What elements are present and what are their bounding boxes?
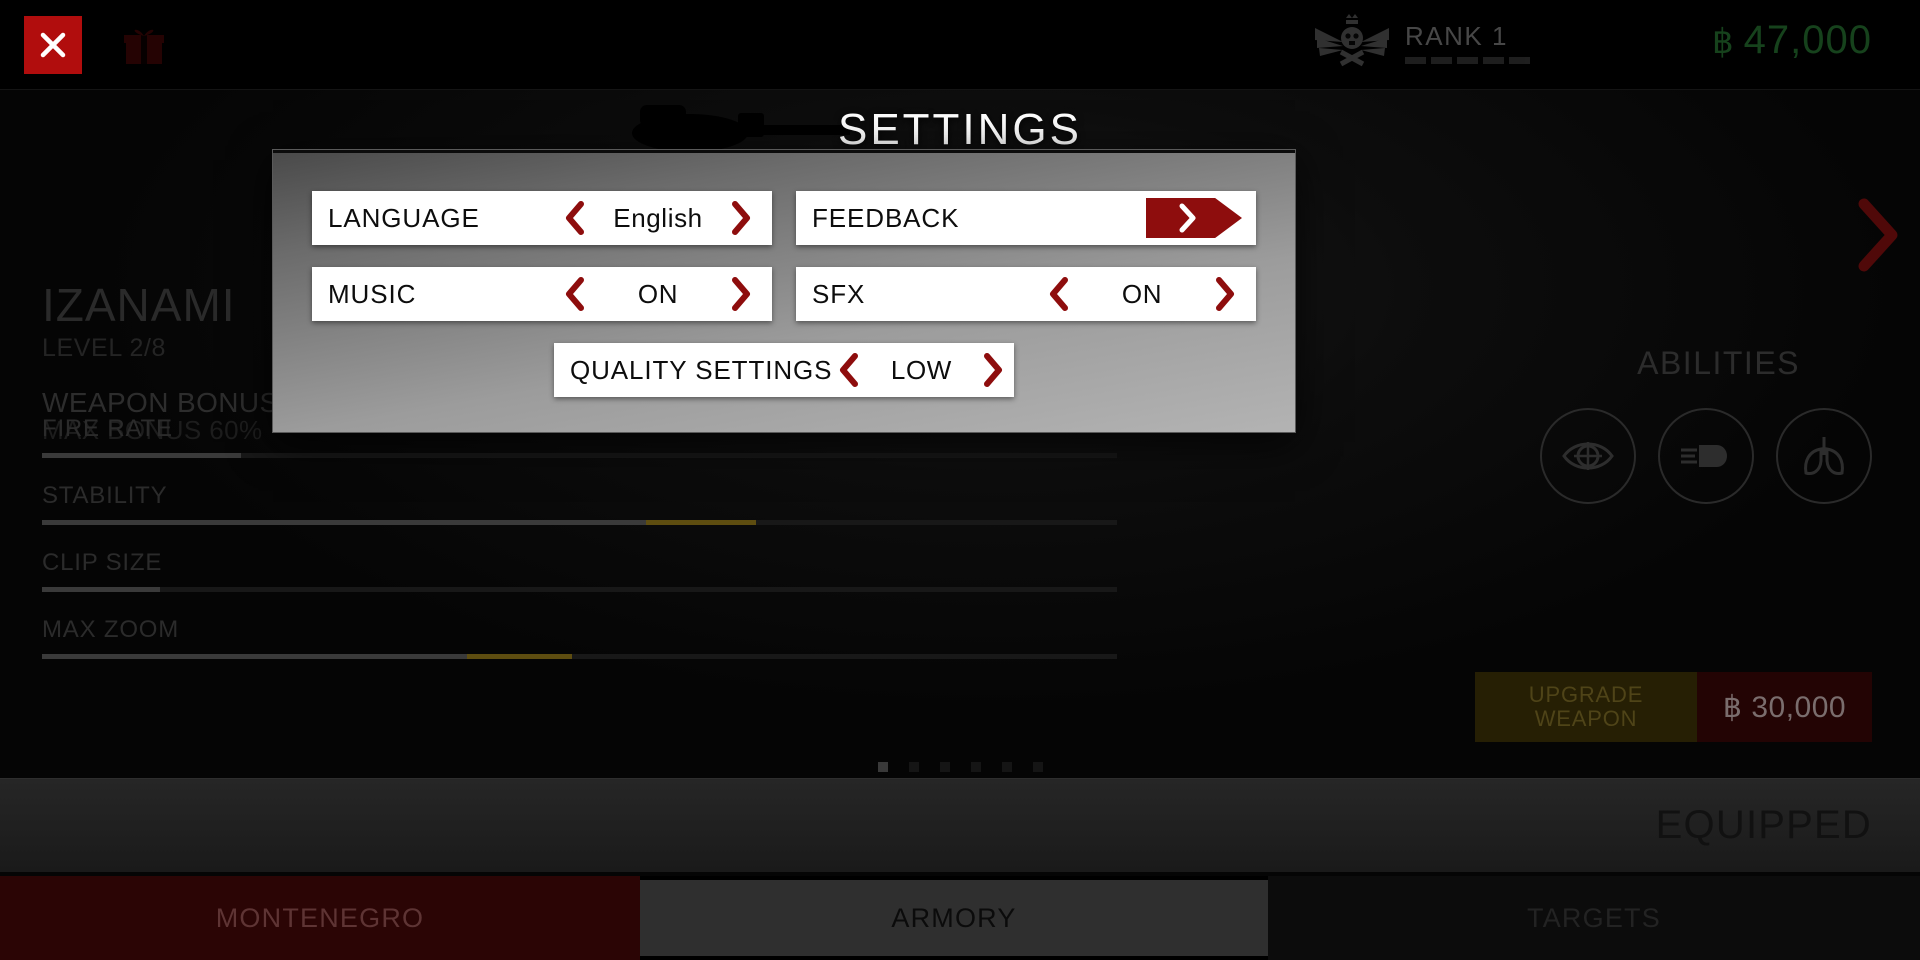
setting-prev-quality[interactable] [832,350,866,390]
chevron-right-icon [732,201,750,235]
feedback-open-button[interactable] [1146,198,1242,238]
chevron-right-icon [984,353,1003,387]
setting-next-music[interactable] [724,274,758,314]
setting-control-sfx: ON [1042,274,1242,314]
setting-label-language: LANGUAGE [328,202,480,233]
chevron-right-icon [1179,203,1196,233]
chevron-left-icon [1050,277,1068,311]
setting-control-music: ON [558,274,758,314]
chevron-right-icon [732,277,750,311]
setting-control-feedback [1146,198,1242,238]
settings-options-grid: LANGUAGE English FEEDBACK MUSIC ON SFX ON QUALI… [312,191,1256,397]
setting-prev-sfx[interactable] [1042,274,1076,314]
chevron-left-icon [566,201,584,235]
game-screen: RANK 1 ฿ 47,000 IZANAMI LEVEL 2/8 WEAPON… [0,0,1920,960]
setting-next-quality[interactable] [976,350,1010,390]
chevron-left-icon [840,353,859,387]
setting-label-quality: QUALITY SETTINGS [570,354,833,385]
setting-prev-music[interactable] [558,274,592,314]
setting-label-feedback: FEEDBACK [812,202,960,233]
setting-label-music: MUSIC [328,278,417,309]
setting-next-language[interactable] [724,198,758,238]
setting-label-sfx: SFX [812,278,866,309]
setting-control-language: English [558,198,758,238]
settings-last-row: QUALITY SETTINGS LOW [312,343,1256,397]
setting-value-language: English [613,202,703,233]
setting-next-sfx[interactable] [1208,274,1242,314]
setting-row-music[interactable]: MUSIC ON [312,267,772,321]
setting-value-quality: LOW [890,354,952,385]
setting-control-quality: LOW [832,350,1010,390]
setting-row-feedback[interactable]: FEEDBACK [796,191,1256,245]
setting-row-quality[interactable]: QUALITY SETTINGS LOW [554,343,1014,397]
setting-prev-language[interactable] [558,198,592,238]
settings-title: SETTINGS [837,105,1083,154]
chevron-left-icon [566,277,584,311]
setting-value-music: ON [637,278,679,309]
setting-value-sfx: ON [1121,278,1163,309]
setting-row-language[interactable]: LANGUAGE English [312,191,772,245]
chevron-right-icon [1216,277,1234,311]
settings-overlay: SETTINGS LANGUAGE English FEEDBACK MUSIC ON S… [0,0,1920,960]
setting-row-sfx[interactable]: SFX ON [796,267,1256,321]
settings-panel: LANGUAGE English FEEDBACK MUSIC ON SFX ON QUALI… [273,150,1295,432]
